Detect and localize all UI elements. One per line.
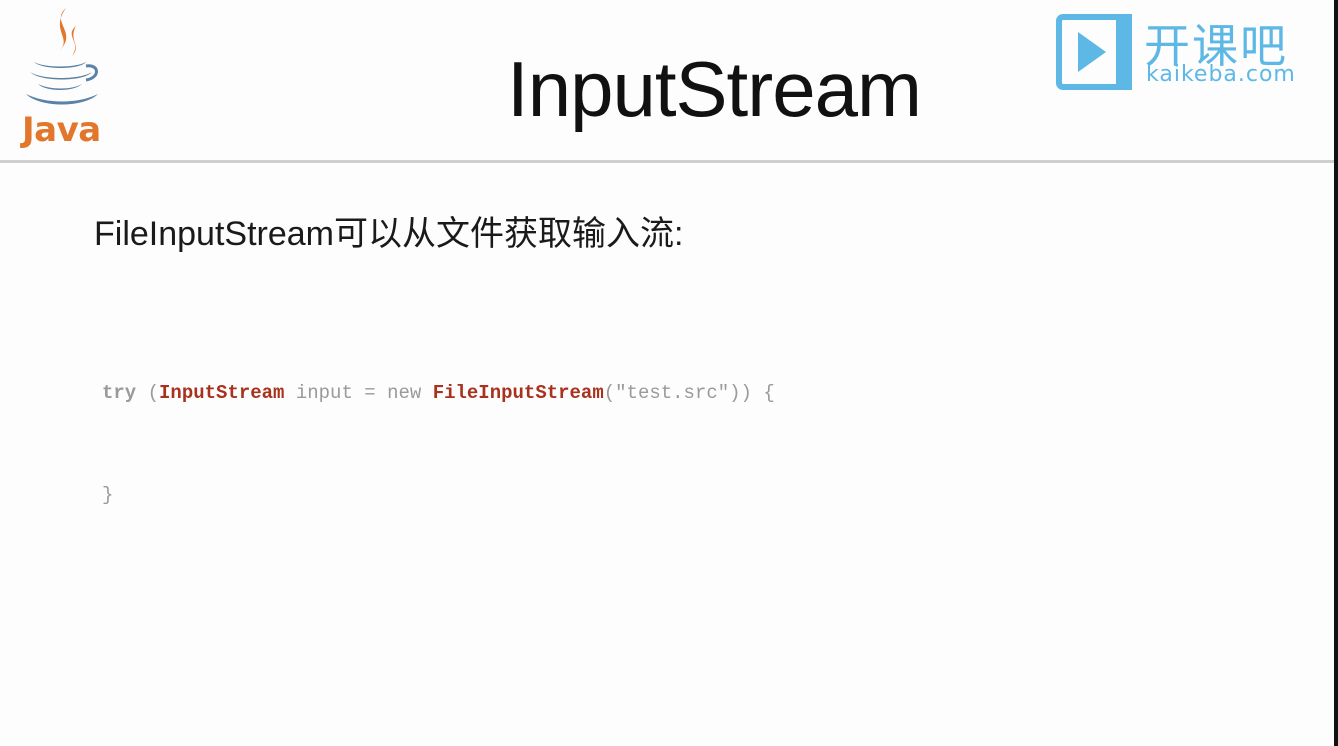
- code-keyword-new: new: [387, 382, 422, 404]
- code-text: (: [136, 382, 160, 404]
- code-closing-brace: }: [102, 484, 114, 506]
- code-text: ("test.src")) {: [603, 382, 775, 404]
- code-line: try (InputStream input = new FileInputSt…: [102, 376, 775, 410]
- code-keyword-try: try: [102, 382, 137, 404]
- slide-header: Java InputStream 开课吧 kaikeba.com: [0, 0, 1338, 160]
- brand-url: kaikeba.com: [1146, 62, 1296, 87]
- code-type-fileinputstream: FileInputStream: [432, 382, 604, 404]
- header-divider: [0, 160, 1338, 163]
- code-type-inputstream: InputStream: [159, 382, 285, 404]
- window-edge: [1334, 0, 1338, 746]
- code-block: try (InputStream input = new FileInputSt…: [102, 308, 775, 580]
- slide-subtitle: FileInputStream可以从文件获取输入流:: [94, 215, 684, 253]
- code-line: }: [102, 478, 775, 512]
- kaikeba-logo: 开课吧 kaikeba.com: [1056, 12, 1326, 92]
- play-icon: [1056, 14, 1132, 90]
- slide: Java InputStream 开课吧 kaikeba.com FileInp…: [0, 0, 1338, 746]
- code-text: input =: [284, 382, 388, 404]
